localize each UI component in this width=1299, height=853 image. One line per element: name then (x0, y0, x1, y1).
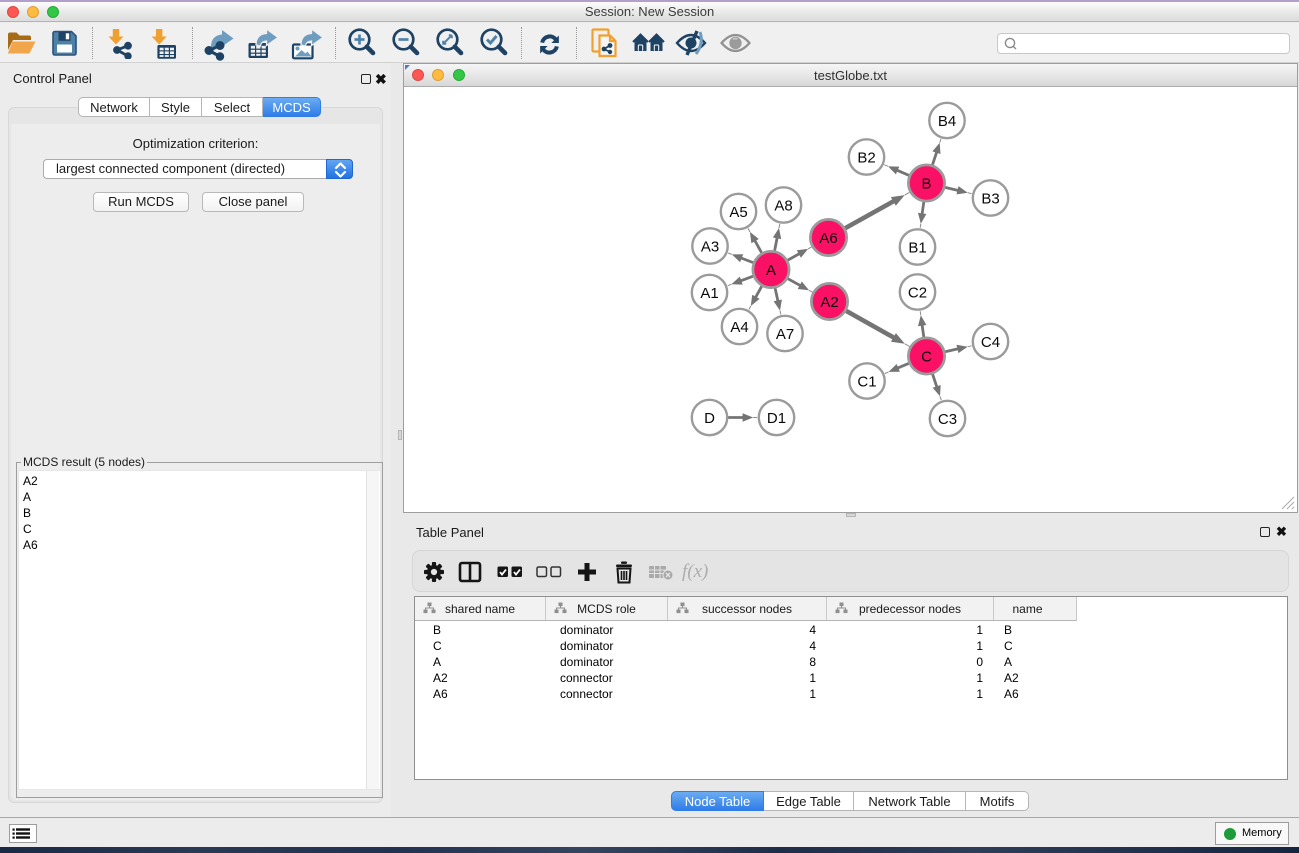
svg-text:A6: A6 (819, 230, 837, 247)
svg-text:C3: C3 (938, 411, 957, 428)
svg-text:A4: A4 (730, 319, 748, 336)
svg-text:D1: D1 (767, 410, 786, 427)
svg-text:A5: A5 (729, 204, 747, 221)
svg-text:A7: A7 (776, 326, 794, 343)
svg-text:C1: C1 (857, 374, 876, 391)
svg-text:C4: C4 (981, 334, 1000, 351)
svg-text:B1: B1 (908, 240, 926, 257)
svg-text:D: D (704, 410, 715, 427)
svg-text:C2: C2 (908, 285, 927, 302)
svg-text:A1: A1 (700, 285, 718, 302)
svg-text:A2: A2 (820, 294, 838, 311)
svg-text:B3: B3 (981, 191, 999, 208)
svg-text:A8: A8 (774, 198, 792, 215)
svg-text:A3: A3 (701, 239, 719, 256)
svg-text:C: C (921, 349, 932, 366)
svg-text:B4: B4 (938, 113, 956, 130)
svg-text:B: B (921, 176, 931, 193)
svg-text:B2: B2 (857, 150, 875, 167)
svg-text:A: A (766, 262, 776, 279)
